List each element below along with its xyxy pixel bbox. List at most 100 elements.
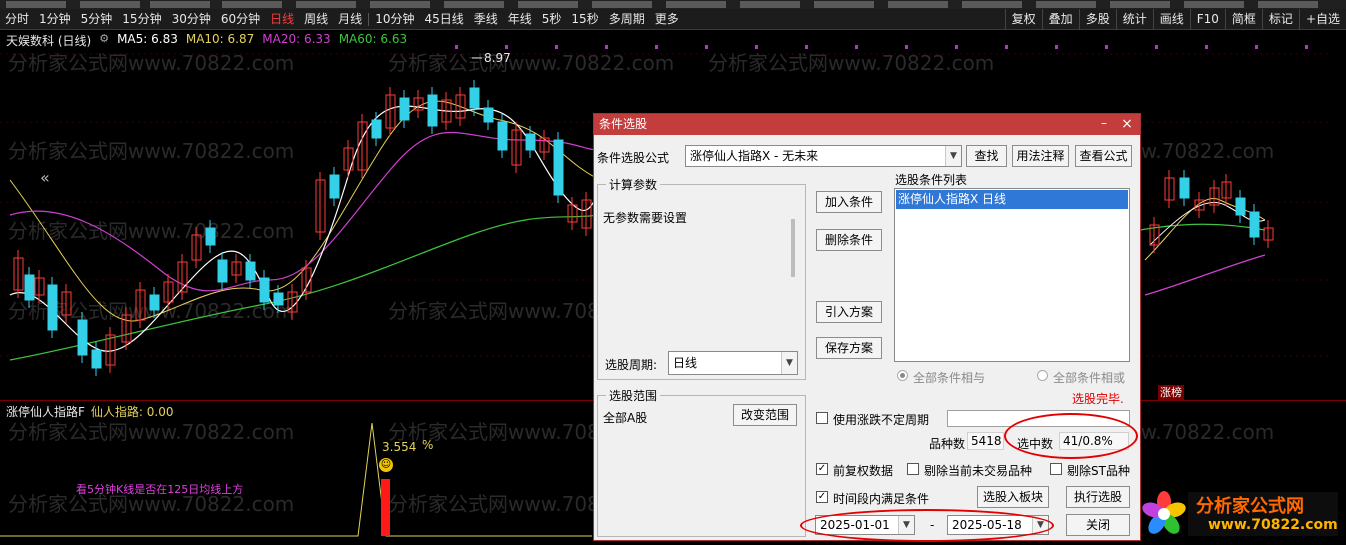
signal-marker: [455, 45, 458, 49]
ma60-value: MA60: 6.63: [338, 32, 408, 46]
candle-body: [1249, 211, 1260, 238]
indicator-legend: 涨停仙人指路F 仙人指路: 0.00: [6, 403, 173, 420]
period-tab[interactable]: 周线: [299, 9, 333, 30]
usage-notes-button[interactable]: 用法注释: [1012, 145, 1069, 167]
status-text: 选股完毕.: [1072, 392, 1124, 406]
minimize-icon[interactable]: –: [1096, 114, 1112, 135]
period-tab[interactable]: 更多: [650, 9, 684, 30]
tool-button[interactable]: 复权: [1004, 9, 1042, 30]
candle-body: [329, 174, 340, 199]
period-tab[interactable]: 15秒: [566, 9, 603, 30]
list-item[interactable]: 涨停仙人指路X 日线: [896, 190, 1128, 209]
candle-body: [205, 227, 216, 246]
period-tab[interactable]: 分时: [0, 9, 34, 30]
import-plan-button[interactable]: 引入方案: [816, 301, 882, 323]
period-tab[interactable]: 5秒: [537, 9, 567, 30]
to-board-button[interactable]: 选股入板块: [977, 486, 1049, 508]
view-formula-button[interactable]: 查看公式: [1075, 145, 1132, 167]
period-tab[interactable]: 30分钟: [167, 9, 216, 30]
add-condition-button[interactable]: 加入条件: [816, 191, 882, 213]
unfixed-period-checkbox[interactable]: [816, 412, 828, 424]
run-screen-button[interactable]: 执行选股: [1066, 486, 1130, 508]
period-condition-label: 时间段内满足条件: [833, 492, 930, 506]
range-group: 选股范围 全部A股 改变范围: [597, 387, 806, 537]
tool-button[interactable]: +自选: [1298, 9, 1346, 30]
exclude-st-checkbox[interactable]: [1050, 463, 1062, 475]
radio-and[interactable]: [897, 370, 908, 381]
tool-button[interactable]: 标记: [1261, 9, 1299, 30]
peak-value: 3.554: [382, 440, 417, 454]
signal-marker: [805, 45, 808, 49]
exclude-untraded-checkbox[interactable]: [907, 463, 919, 475]
period-tab[interactable]: 季线: [469, 9, 503, 30]
period-label: 选股周期:: [605, 358, 658, 372]
settings-icon[interactable]: ⚙: [99, 32, 109, 49]
period-tab[interactable]: 多周期: [604, 9, 650, 30]
period-tab[interactable]: 10分钟: [370, 9, 419, 30]
period-tab[interactable]: 年线: [503, 9, 537, 30]
candle-body: [371, 119, 382, 139]
selected-highlight-ellipse: [1004, 413, 1138, 459]
delete-condition-button[interactable]: 删除条件: [816, 229, 882, 251]
signal-marker: [1105, 45, 1108, 49]
logo-name: 分析家公式网: [1196, 496, 1304, 517]
condition-list[interactable]: 涨停仙人指路X 日线: [894, 188, 1130, 362]
signal-marker: [505, 45, 508, 49]
period-select[interactable]: 日线 ▼: [668, 351, 798, 375]
watermark: 分析家公式网www.70822.com: [8, 420, 294, 444]
period-condition-checkbox[interactable]: ✓: [816, 491, 828, 503]
params-scrollbar[interactable]: [791, 219, 795, 277]
period-tab[interactable]: 日线: [265, 9, 299, 30]
range-title: 选股范围: [606, 387, 661, 404]
period-tab[interactable]: 5分钟: [76, 9, 118, 30]
rank-badge[interactable]: 涨榜: [1158, 385, 1184, 400]
params-title: 计算参数: [606, 176, 661, 193]
smiley-icon: ☺: [379, 458, 393, 472]
signal-marker: [605, 45, 608, 49]
signal-marker: [655, 45, 658, 49]
tool-button[interactable]: F10: [1189, 9, 1225, 30]
watermark: 分析家公式网www.70822.com: [8, 219, 294, 243]
period-tab[interactable]: 15分钟: [117, 9, 166, 30]
exclude-st-label: 剔除ST品种: [1067, 464, 1130, 478]
collapse-arrow-icon[interactable]: «: [40, 168, 50, 187]
period-tab[interactable]: 月线: [333, 9, 367, 30]
fq-checkbox[interactable]: ✓: [816, 463, 828, 475]
formula-select[interactable]: 涨停仙人指路X - 无未来 ▼: [685, 145, 962, 167]
dialog-title[interactable]: 条件选股: [594, 114, 1140, 135]
candle-body: [399, 97, 410, 121]
tool-button[interactable]: 多股: [1078, 9, 1116, 30]
signal-marker: [1005, 45, 1008, 49]
signal-marker: [1255, 45, 1258, 49]
radio-or[interactable]: [1037, 370, 1048, 381]
range-value: 全部A股: [603, 411, 648, 425]
radio-or-label: 全部条件相或: [1053, 371, 1126, 385]
watermark: 分析家公式网www.70822.com: [8, 139, 294, 163]
period-tab[interactable]: 45日线: [419, 9, 468, 30]
watermark: 分析家公式网www.70822.com: [708, 51, 994, 75]
tab-separator: [368, 13, 370, 26]
site-logo: 分析家公式网 www.70822.com: [1140, 488, 1340, 540]
chevron-down-icon[interactable]: ▼: [781, 352, 797, 374]
period-tab[interactable]: 1分钟: [34, 9, 76, 30]
signal-marker: [1305, 45, 1308, 49]
candle-body: [497, 121, 508, 151]
signal-marker: [955, 45, 958, 49]
tool-button[interactable]: 简框: [1224, 9, 1262, 30]
tool-button[interactable]: 画线: [1152, 9, 1190, 30]
chevron-down-icon[interactable]: ▼: [945, 146, 961, 166]
fq-label: 前复权数据: [833, 464, 894, 478]
indicator-note: 看5分钟K线是否在125日均线上方: [76, 483, 244, 496]
close-icon[interactable]: ×: [1116, 114, 1138, 135]
change-range-button[interactable]: 改变范围: [733, 404, 797, 426]
find-button[interactable]: 查找: [966, 145, 1007, 167]
stock-screener-dialog: 条件选股 – × 条件选股公式 涨停仙人指路X - 无未来 ▼ 查找 用法注释 …: [593, 113, 1141, 542]
period-tab[interactable]: 60分钟: [216, 9, 265, 30]
candle-body: [259, 277, 270, 303]
exclude-untraded-label: 剔除当前未交易品种: [924, 464, 1033, 478]
tool-button[interactable]: 统计: [1115, 9, 1153, 30]
save-plan-button[interactable]: 保存方案: [816, 337, 882, 359]
close-button[interactable]: 关闭: [1066, 514, 1130, 536]
ma-legend: 天娱数科 (日线) ⚙ MA5: 6.83 MA10: 6.87 MA20: 6…: [6, 32, 407, 49]
tool-button[interactable]: 叠加: [1041, 9, 1079, 30]
